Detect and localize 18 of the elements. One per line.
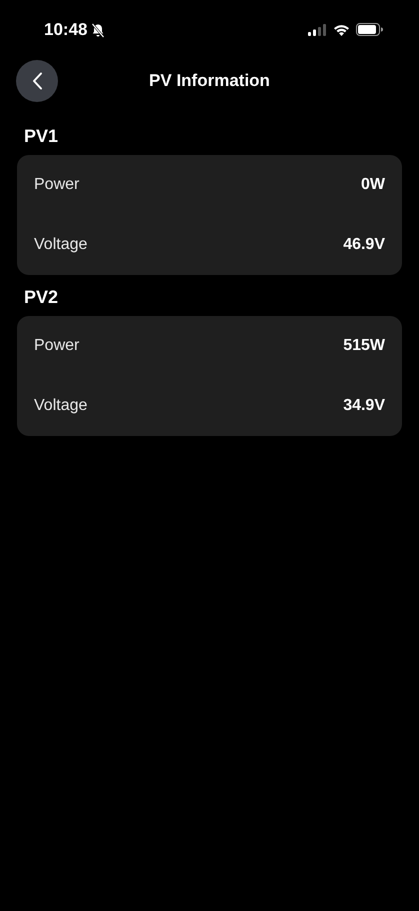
- row-label: Power: [34, 337, 80, 355]
- back-button[interactable]: [16, 60, 58, 102]
- row-label: Voltage: [34, 397, 88, 415]
- wifi-icon: [333, 24, 350, 36]
- row-label: Voltage: [34, 236, 88, 254]
- muted-bell-icon: [91, 22, 106, 38]
- section-title: PV2: [23, 286, 60, 309]
- row-value: 0W: [361, 176, 385, 194]
- row-label: Power: [34, 176, 80, 194]
- battery-icon: [356, 23, 383, 36]
- signal-icon: [308, 24, 327, 36]
- status-time: 10:48: [44, 20, 88, 40]
- chevron-left-icon: [32, 72, 42, 90]
- section-title: PV1: [23, 125, 60, 148]
- row-value: 34.9V: [343, 397, 385, 415]
- row-value: 515W: [343, 337, 385, 355]
- page-title: PV Information: [149, 71, 270, 91]
- row-value: 46.9V: [343, 236, 385, 254]
